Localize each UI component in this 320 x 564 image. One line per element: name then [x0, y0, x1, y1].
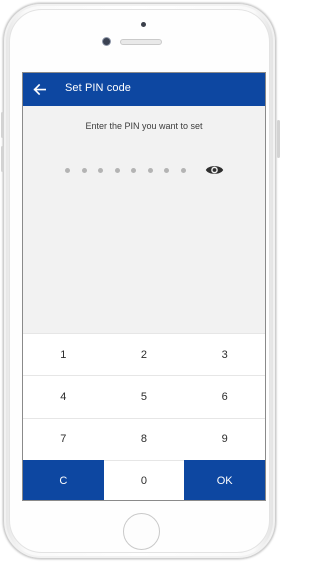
keypad-key-9[interactable]: 9	[184, 417, 265, 460]
pin-dot	[65, 168, 70, 173]
pin-dot	[81, 168, 87, 173]
keypad-key-8[interactable]: 8	[103, 417, 185, 460]
pin-dot	[131, 168, 136, 173]
keypad-key-5[interactable]: 5	[103, 375, 185, 418]
keypad-key-3[interactable]: 3	[184, 333, 265, 376]
pin-instruction: Enter the PIN you want to set	[85, 121, 203, 131]
pin-indicator	[65, 166, 197, 176]
power-button	[277, 120, 280, 158]
keypad-key-1[interactable]: 1	[23, 333, 104, 376]
pin-dot	[98, 168, 103, 173]
pin-dot	[147, 168, 153, 173]
keypad-key-2[interactable]: 2	[103, 333, 185, 376]
keypad-key-0[interactable]: 0	[103, 459, 185, 500]
eye-icon[interactable]	[205, 163, 224, 177]
keypad-key-6[interactable]: 6	[184, 375, 265, 418]
proximity-sensor	[141, 22, 146, 27]
front-camera	[103, 38, 110, 45]
app-bar: Set PIN code	[23, 73, 265, 106]
home-button[interactable]	[123, 513, 160, 550]
keypad-key-4[interactable]: 4	[23, 375, 104, 418]
pin-dot	[180, 168, 186, 173]
keypad: 1 2 3 4 5 6 7 8 9 C 0 OK	[23, 333, 265, 500]
volume-up-button	[1, 112, 4, 138]
ok-button[interactable]: OK	[184, 459, 265, 500]
pin-dot	[114, 168, 120, 173]
keypad-key-7[interactable]: 7	[23, 417, 104, 460]
pin-dot	[164, 168, 169, 173]
app-screen: Set PIN code Enter the PIN you want to s…	[22, 72, 266, 501]
clear-button[interactable]: C	[23, 459, 104, 500]
volume-down-button	[1, 146, 4, 172]
page-title: Set PIN code	[65, 82, 132, 94]
arrow-left-icon[interactable]	[33, 83, 46, 96]
earpiece-speaker	[120, 39, 162, 45]
